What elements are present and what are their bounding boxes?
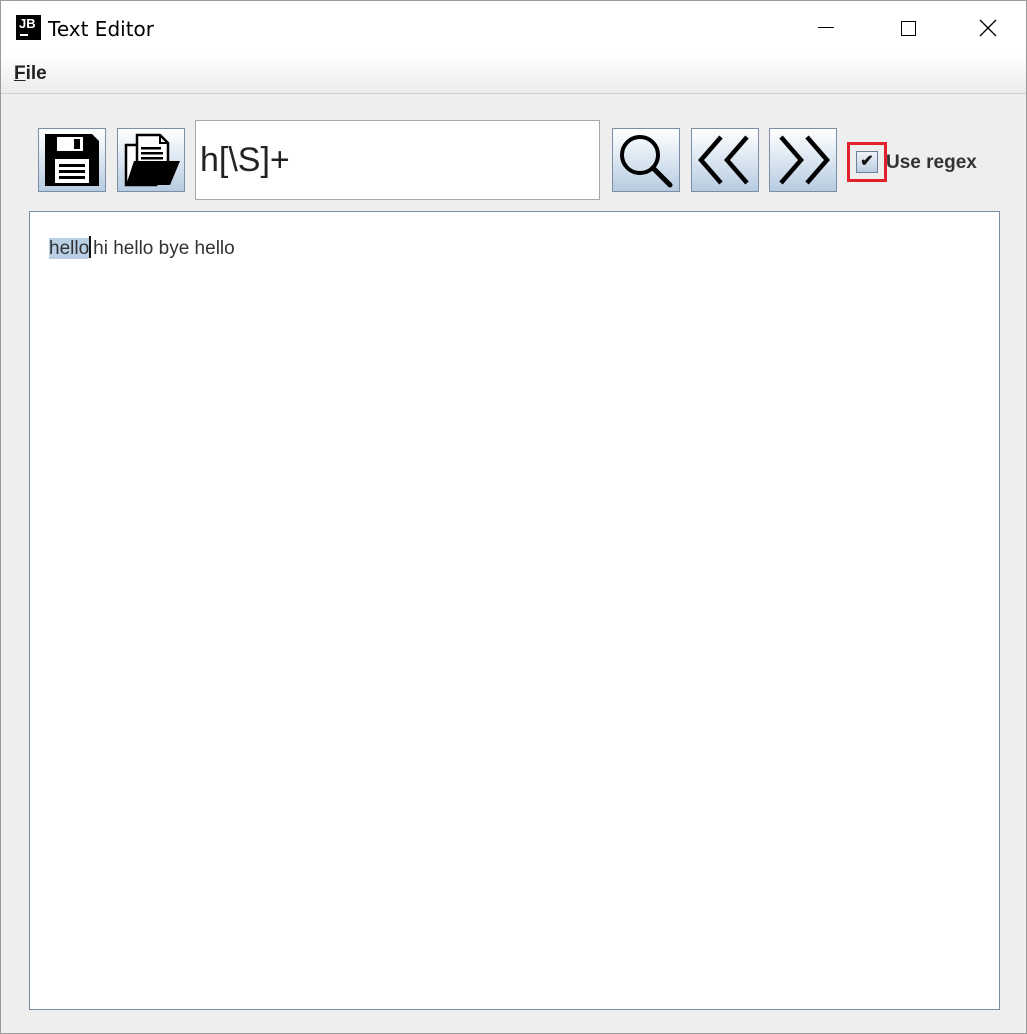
search-input[interactable] bbox=[195, 120, 600, 200]
open-button[interactable] bbox=[117, 128, 185, 192]
window-title: Text Editor bbox=[48, 17, 154, 41]
search-button[interactable] bbox=[612, 128, 680, 192]
minimize-icon bbox=[818, 26, 834, 28]
menu-file[interactable]: File bbox=[14, 63, 47, 85]
regex-label[interactable]: Use regex bbox=[886, 152, 977, 174]
next-icon bbox=[779, 135, 830, 185]
title-bar: JB Text Editor bbox=[1, 1, 1026, 55]
minimize-button[interactable] bbox=[791, 1, 861, 55]
close-button[interactable] bbox=[953, 1, 1023, 55]
save-icon bbox=[45, 134, 99, 186]
checkmark-icon: ✔ bbox=[860, 153, 874, 170]
previous-button[interactable] bbox=[691, 128, 759, 192]
next-button[interactable] bbox=[769, 128, 837, 192]
app-window: JB Text Editor File h[\S]+ ✔ Use regex h… bbox=[0, 0, 1027, 1034]
selected-match: hello bbox=[49, 238, 90, 259]
editor-text-rest: hi hello bye hello bbox=[93, 238, 235, 259]
save-button[interactable] bbox=[38, 128, 106, 192]
open-folder-icon bbox=[124, 133, 180, 187]
menu-bar: File bbox=[1, 55, 1026, 94]
regex-checkbox-highlight: ✔ bbox=[847, 142, 887, 182]
app-icon: JB bbox=[16, 15, 41, 40]
editor-text-line: hello hi hello bye hello bbox=[49, 236, 235, 260]
search-icon bbox=[620, 135, 673, 188]
text-caret bbox=[89, 236, 92, 258]
close-icon bbox=[979, 19, 997, 37]
maximize-button[interactable] bbox=[873, 1, 943, 55]
text-editor-area[interactable]: hello hi hello bye hello bbox=[29, 211, 1000, 1010]
previous-icon bbox=[698, 135, 749, 185]
regex-checkbox[interactable]: ✔ bbox=[856, 151, 878, 173]
maximize-icon bbox=[900, 20, 916, 36]
